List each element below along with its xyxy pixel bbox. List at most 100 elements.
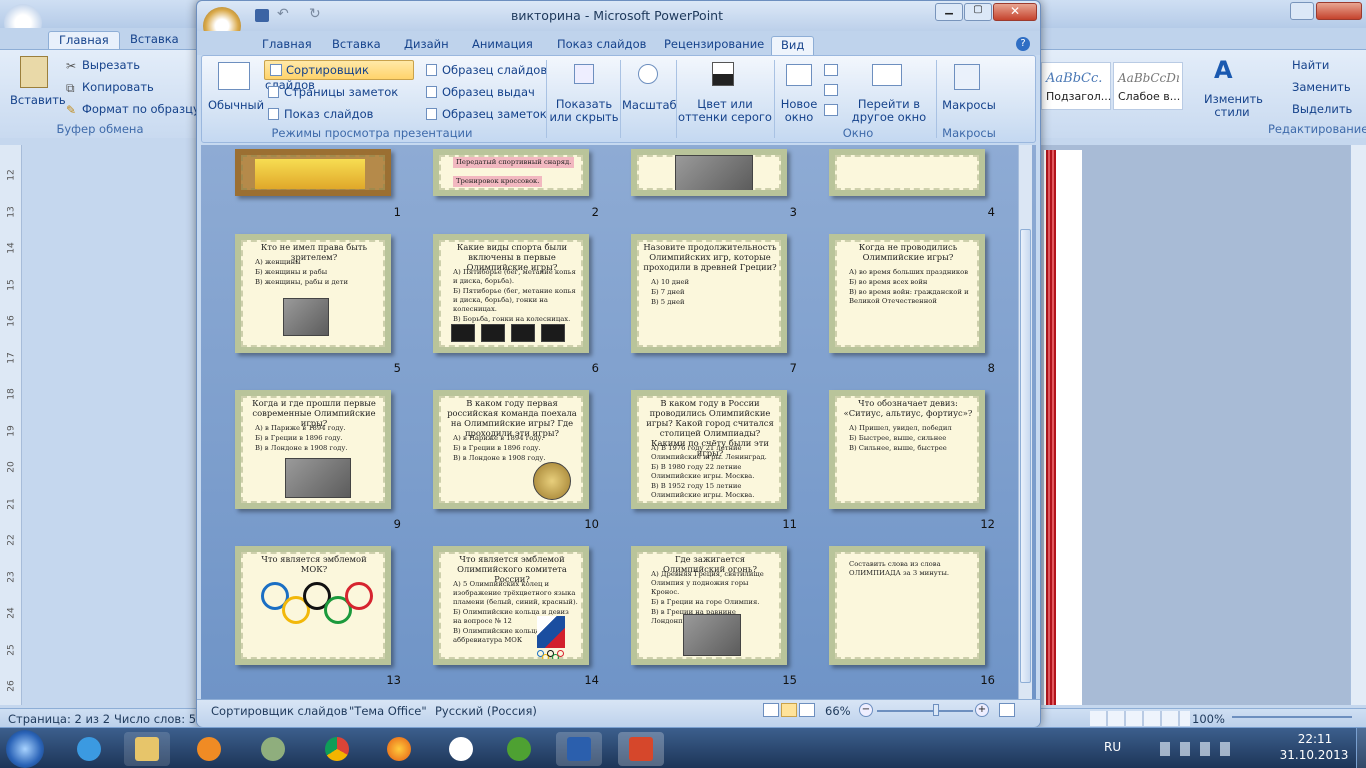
sorter-view-status-button[interactable] [781,703,797,717]
zoom-slider-thumb[interactable] [933,704,939,716]
slide-thumbnail-11[interactable]: В каком году в России проводились Олимпи… [631,390,787,509]
ruler-number: 26 [6,680,17,692]
slide-answer: А) Пришел, увидел, победил [849,424,952,432]
slide-thumbnail-15[interactable]: Где зажигается Олимпийский огонь? А) Древ… [631,546,787,665]
yandex-icon [449,737,473,761]
zoom-out-button[interactable]: − [859,703,873,717]
ruler-number: 17 [6,351,17,364]
paste-button[interactable]: Вставить [10,93,66,107]
word-word-count[interactable]: Число слов: 50 [114,712,203,726]
athlete-vase-image [451,324,475,342]
slide-number: 8 [987,361,995,375]
slide-thumbnail-16[interactable]: Составить слова из слова ОЛИМПИАДА за 3 … [829,546,985,665]
ruler-number: 25 [6,643,17,656]
taskbar-explorer[interactable] [124,732,170,766]
word-tab-insert[interactable]: Вставка [120,31,189,49]
status-language[interactable]: Русский (Россия) [435,704,537,718]
ruler-number: 24 [6,607,17,619]
slideshow-status-button[interactable] [799,703,815,717]
ancient-stadium-image [675,155,753,190]
show-desktop-button[interactable] [1356,728,1366,768]
word-icon [567,737,591,761]
copy-button[interactable]: Копировать [82,80,154,94]
format-painter-button[interactable]: Формат по образцу [82,102,200,116]
slide-body: А) Пятиборье (бег, метание копья и диска… [453,268,579,325]
slide-title: Когда не проводились Олимпийские игры? [858,242,958,262]
slide-thumbnail-5[interactable]: Кто не имел права быть зрителем? А) женщи… [235,234,391,353]
word-close-button[interactable] [1316,2,1362,20]
normal-view-status-button[interactable] [763,703,779,717]
slide-answer: Б) в Греции в 1896 году. [255,434,343,442]
clock-date[interactable]: 31.10.2013 [1276,748,1352,762]
slide-answer: В) 5 дней [651,298,685,306]
select-button[interactable]: Выделить [1292,102,1352,116]
ruler-number: 22 [6,534,17,546]
status-view[interactable]: Сортировщик слайдов [211,704,348,718]
taskbar-yandex[interactable] [438,732,484,766]
slide-thumbnail-1[interactable] [235,149,391,196]
slide-answer: А) во время больших праздников [849,268,969,276]
status-zoom-level[interactable]: 66% [825,704,851,718]
media-icon [197,737,221,761]
word-zoom-slider[interactable] [1232,716,1352,718]
slide-thumbnail-9[interactable]: Когда и где прошли первые современные Ол… [235,390,391,509]
slide-answer: А) в Париже в 1894 году. [453,434,544,442]
slide-answer: Составить слова из слова ОЛИМПИАДА за 3 … [849,560,950,577]
slide-thumbnail-13[interactable]: Что является эмблемой МОК? [235,546,391,665]
taskbar-media[interactable] [186,732,232,766]
taskbar-chrome[interactable] [314,732,360,766]
language-indicator[interactable]: RU [1104,740,1121,754]
slide-answer: А) Пятиборье (бег, метание копья и диска… [453,268,576,285]
change-styles-button[interactable]: Изменить стили [1204,93,1263,119]
clock-time[interactable]: 22:11 [1290,732,1340,746]
taskbar-ie[interactable] [66,732,112,766]
taskbar-utorrent[interactable] [496,732,542,766]
slide-number: 3 [789,205,797,219]
tray-icons[interactable] [1160,742,1240,756]
style-subtle-emphasis[interactable]: AaBbCcDı Слабое в... [1113,62,1183,110]
word-scrollbar[interactable] [1350,145,1366,705]
word-page-count[interactable]: Страница: 2 из 2 [8,712,110,726]
slide-thumbnail-7[interactable]: Назовите продолжительность Олимпийских и… [631,234,787,353]
word-view-buttons[interactable] [1090,711,1190,726]
word-restore-button[interactable] [1290,2,1314,20]
slide-thumbnail-12[interactable]: Что обозначает девиз: «Ситиус, альтиус, … [829,390,985,509]
powerpoint-window: ↶ ↻ викторина - Microsoft PowerPoint ▁ ▢… [196,0,1041,727]
word-zoom-level[interactable]: 100% [1192,712,1225,726]
word-tab-home[interactable]: Главная [48,31,120,49]
slide-body: А) В 1976 году 21 летние Олимпийские игр… [651,444,777,501]
slide-body: А) в Париже в 1894 году. Б) в Греции в 18… [453,434,579,464]
replace-button[interactable]: Заменить [1292,80,1351,94]
zoom-in-button[interactable]: + [975,703,989,717]
style-subtitle-name: Подзагол... [1046,90,1112,103]
slide-thumbnail-4[interactable] [829,149,985,196]
slide-number: 13 [386,673,401,687]
taskbar-powerpoint[interactable] [618,732,664,766]
taskbar-firefox[interactable] [376,732,422,766]
style-subtitle[interactable]: AaBbCc. Подзагол... [1041,62,1111,110]
athlete-vase-image [481,324,505,342]
zoom-slider[interactable] [877,710,973,712]
utorrent-icon [507,737,531,761]
cut-button[interactable]: Вырезать [82,58,140,72]
athlete-vase-image [511,324,535,342]
athlete-vase-image [541,324,565,342]
slide-thumbnail-6[interactable]: Какие виды спорта были включены в первые… [433,234,589,353]
taskbar-word[interactable] [556,732,602,766]
ruler-number: 14 [6,242,17,254]
fit-window-button[interactable] [999,703,1015,717]
slide-thumbnail-10[interactable]: В каком году первая российская команда п… [433,390,589,509]
ancient-fresco-image [283,298,329,336]
slide-thumbnail-3[interactable] [631,149,787,196]
ruler-number: 19 [6,424,17,437]
style-subtitle-preview: AaBbCc. [1046,71,1103,86]
slide-thumbnail-14[interactable]: Что является эмблемой Олимпийского комит… [433,546,589,665]
slide-thumbnail-8[interactable]: Когда не проводились Олимпийские игры? А)… [829,234,985,353]
taskbar-app[interactable] [250,732,296,766]
start-button[interactable] [6,730,44,768]
slide-answer: Б) в Греции на горе Олимпия. [651,598,760,606]
slide-thumbnail-2[interactable]: Передатый спортивный снаряд. Тренировок к… [433,149,589,196]
status-theme[interactable]: "Тема Office" [349,704,427,718]
slide-answer: В) женщины, рабы и дети [255,278,348,286]
find-button[interactable]: Найти [1292,58,1329,72]
